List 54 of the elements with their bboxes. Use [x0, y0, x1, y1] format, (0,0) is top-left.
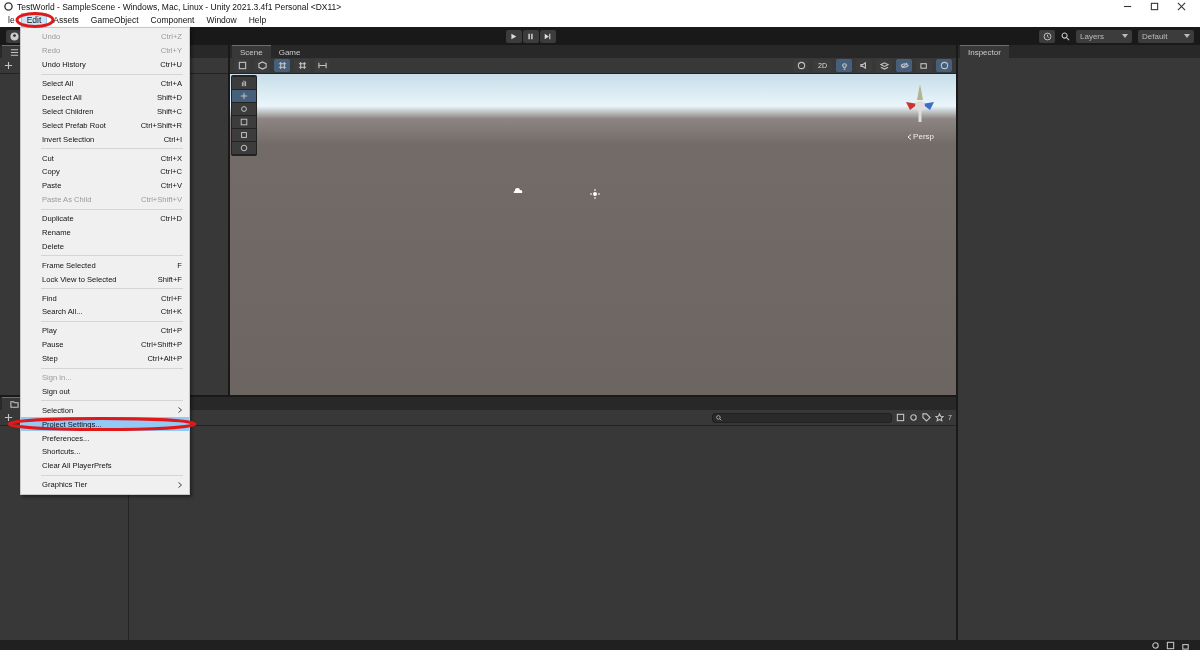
play-button[interactable]	[505, 29, 522, 43]
history-icon	[1042, 31, 1052, 41]
step-button[interactable]	[539, 29, 556, 43]
search-icon[interactable]	[1061, 31, 1070, 41]
search-field[interactable]	[712, 412, 893, 423]
step-icon	[544, 32, 551, 40]
list-icon[interactable]	[10, 47, 19, 57]
sun-icon	[590, 189, 600, 199]
camera-mode-label[interactable]: Persp	[907, 132, 934, 141]
folder-icon[interactable]	[10, 399, 19, 409]
layout-dropdown[interactable]: Default	[1138, 29, 1194, 43]
scale-icon[interactable]	[240, 118, 248, 126]
rotate-tool[interactable]	[232, 103, 256, 115]
transform-icon[interactable]	[240, 144, 248, 152]
pause-button[interactable]	[522, 29, 539, 43]
rotate-icon[interactable]	[240, 105, 248, 113]
menu-item[interactable]: Help	[242, 13, 273, 27]
play-icon	[510, 32, 517, 40]
panel-tab[interactable]: Scene	[232, 45, 271, 58]
menu-item[interactable]: Component	[144, 13, 201, 27]
star-icon[interactable]	[935, 413, 945, 422]
rect-tool[interactable]	[232, 129, 256, 141]
plus-icon[interactable]	[4, 413, 13, 422]
chevron-right-icon	[178, 407, 182, 414]
draw-mode-button[interactable]	[793, 59, 810, 72]
search-icon	[716, 414, 723, 421]
scale-tool[interactable]	[232, 116, 256, 128]
menu-item[interactable]: GameObject	[84, 13, 145, 27]
caret-icon	[1122, 34, 1128, 38]
chevron-right-icon	[178, 481, 182, 488]
history-button[interactable]	[1039, 29, 1055, 43]
plus-icon[interactable]	[4, 61, 13, 70]
highlight-ellipse	[15, 12, 55, 28]
inspector-tab[interactable]: Inspector	[960, 45, 1009, 58]
layers-dropdown[interactable]: Layers	[1076, 29, 1132, 43]
hand-tool[interactable]	[232, 77, 256, 89]
transform-tool[interactable]	[232, 142, 256, 154]
menu-item[interactable]: le	[2, 13, 21, 27]
rect-icon[interactable]	[240, 131, 248, 139]
maximize-icon[interactable]	[1150, 2, 1159, 11]
circle-icon[interactable]	[796, 61, 806, 70]
close-icon[interactable]	[1177, 2, 1186, 11]
caret-icon	[1184, 34, 1190, 38]
menu-item[interactable]: Assets	[47, 13, 85, 27]
tag-icon[interactable]	[922, 413, 932, 422]
window-title: TestWorld - SampleScene - Windows, Mac, Linux - Unity 2021.3.4f1 Personal <DX11>	[17, 1, 342, 12]
move-icon[interactable]	[240, 92, 248, 100]
hand-icon[interactable]	[240, 79, 248, 87]
cloud-icon	[513, 187, 523, 194]
pause-icon	[527, 32, 534, 40]
menu-item[interactable]: Window	[200, 13, 243, 27]
scene-viewport[interactable]: Persp	[230, 74, 956, 395]
chevron-left-icon	[907, 133, 913, 140]
app-logo-icon	[4, 2, 13, 11]
